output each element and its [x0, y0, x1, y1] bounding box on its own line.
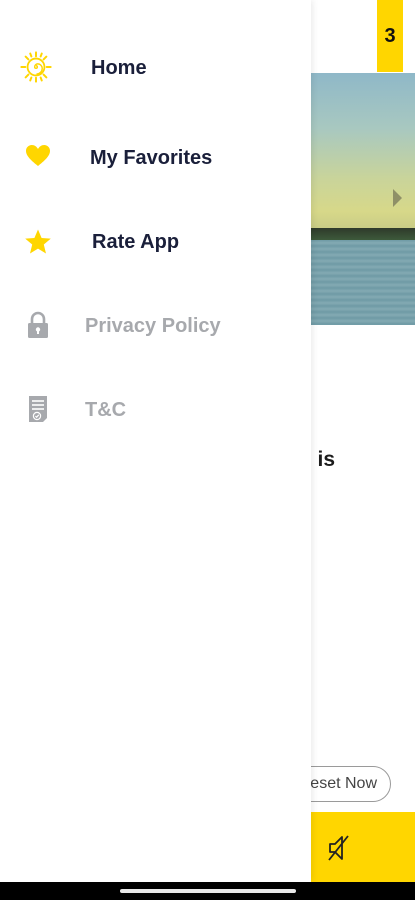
menu-label-terms-conditions: T&C — [85, 399, 127, 421]
next-arrow-icon[interactable] — [393, 189, 402, 207]
menu-label-home: Home — [91, 57, 147, 79]
home-gesture-handle[interactable] — [120, 889, 296, 893]
menu-item-rate-app[interactable]: Rate App — [0, 212, 311, 272]
document-icon — [24, 395, 52, 423]
lock-icon — [24, 311, 52, 339]
menu-item-home[interactable]: Home — [0, 38, 311, 98]
speaker-mute-icon[interactable] — [326, 833, 354, 863]
menu-item-terms-conditions[interactable]: T&C — [0, 380, 311, 440]
star-icon — [24, 228, 52, 256]
menu-label-rate-app: Rate App — [92, 231, 180, 253]
navigation-drawer: Home My Favorites Rate App Privacy Polic… — [0, 0, 311, 882]
system-navigation-bar — [0, 882, 415, 900]
menu-item-privacy-policy[interactable]: Privacy Policy — [0, 296, 311, 356]
menu-label-my-favorites: My Favorites — [90, 147, 213, 169]
reset-now-label: eset Now — [310, 775, 377, 792]
menu-label-privacy-policy: Privacy Policy — [85, 315, 221, 337]
sun-icon — [20, 51, 52, 83]
menu-item-my-favorites[interactable]: My Favorites — [0, 128, 311, 188]
counter-badge: 3 — [377, 0, 403, 72]
heart-icon — [24, 142, 52, 170]
